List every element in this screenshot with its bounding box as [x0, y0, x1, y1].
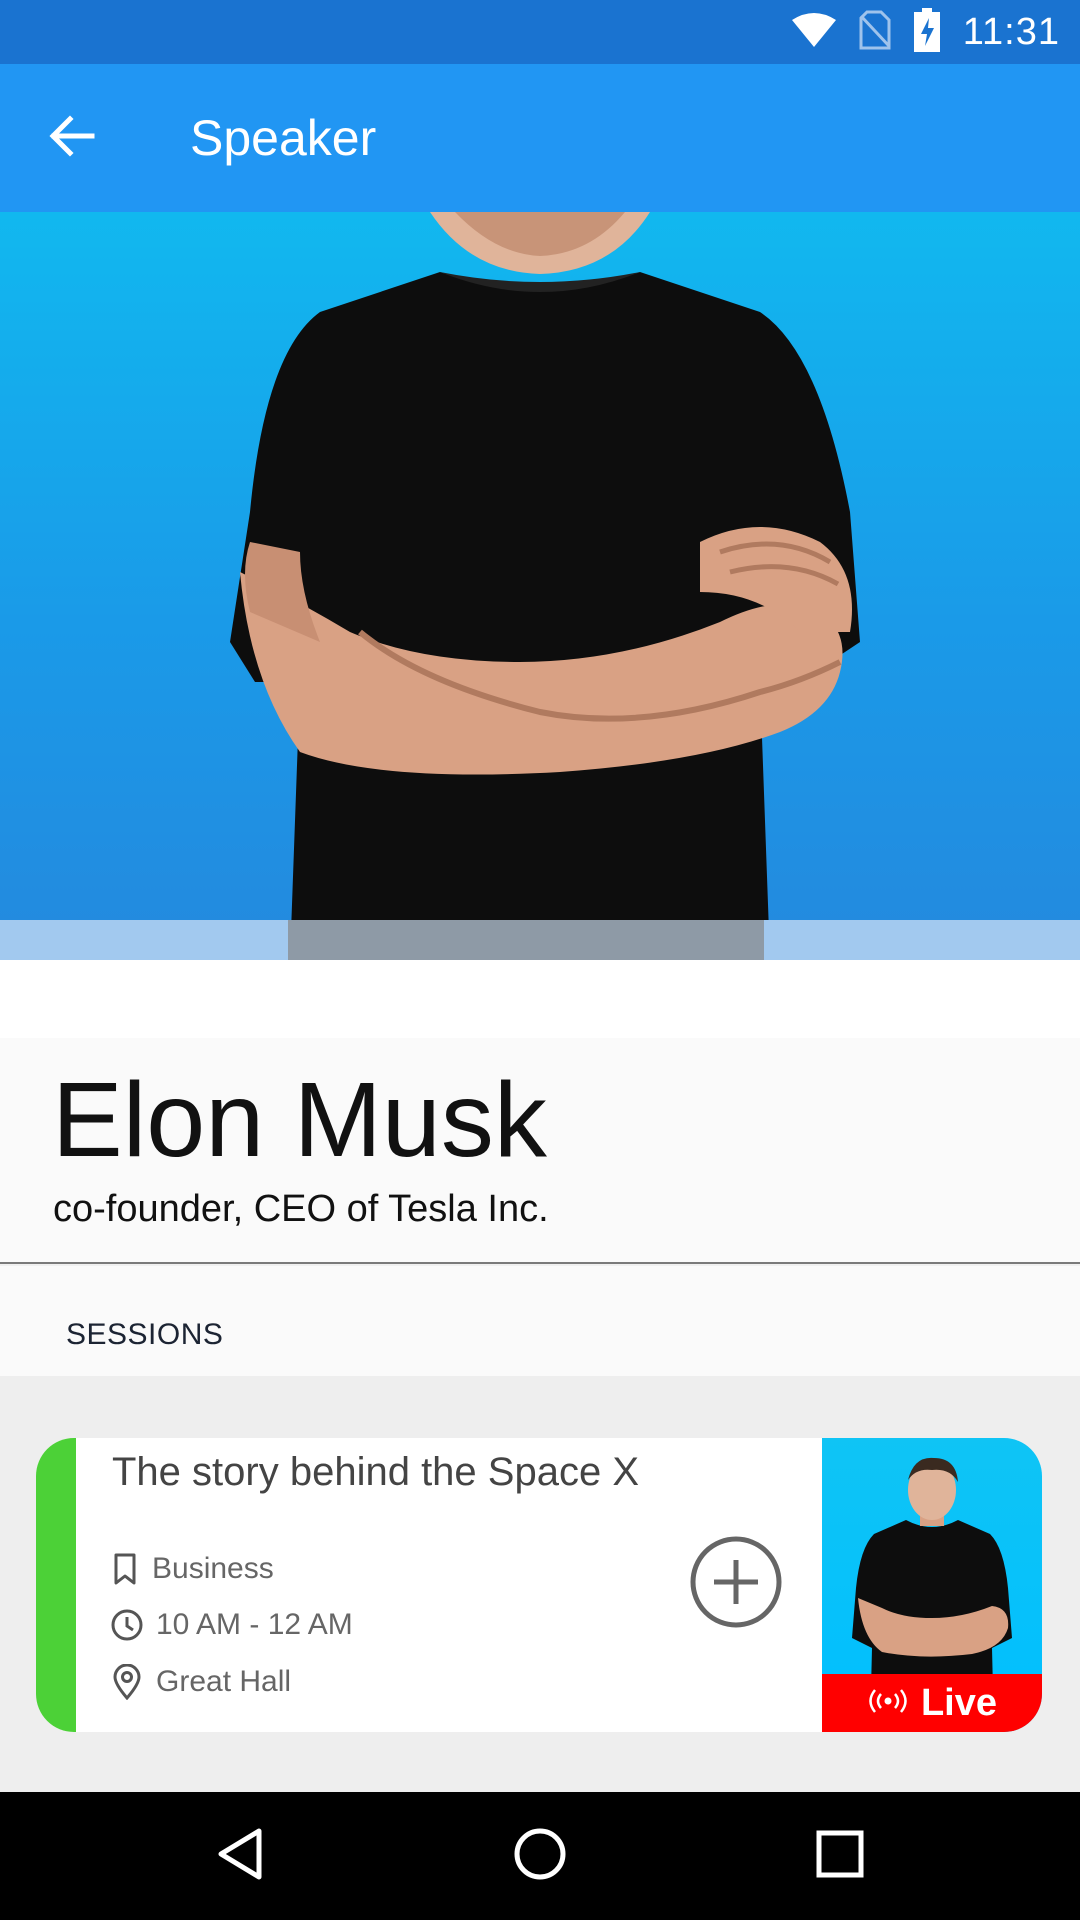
location-pin-icon — [110, 1664, 144, 1700]
arrow-back-icon — [48, 114, 96, 162]
nav-recents-button[interactable] — [800, 1816, 880, 1896]
session-location: Great Hall — [110, 1664, 291, 1700]
session-track-accent — [36, 1438, 76, 1732]
back-triangle-icon — [215, 1827, 265, 1886]
nav-home-button[interactable] — [500, 1816, 580, 1896]
spacer — [0, 960, 1080, 1038]
session-location-label: Great Hall — [156, 1665, 292, 1698]
speaker-info: Elon Musk co-founder, CEO of Tesla Inc. — [0, 1038, 1080, 1264]
page-title: Speaker — [190, 110, 377, 166]
no-sim-icon — [859, 10, 891, 55]
app-bar: Speaker — [0, 64, 1080, 212]
speaker-name: Elon Musk — [52, 1061, 547, 1179]
add-circle-icon — [688, 1536, 784, 1634]
clock-time: 11:31 — [962, 10, 1060, 53]
wifi-icon — [791, 12, 837, 53]
bookmark-icon — [110, 1552, 140, 1586]
session-track: Business — [110, 1552, 274, 1586]
speaker-photo — [0, 212, 1080, 960]
session-title: The story behind the Space X — [112, 1450, 639, 1494]
home-circle-icon — [512, 1826, 568, 1887]
session-track-label: Business — [152, 1552, 274, 1585]
clock-icon — [110, 1608, 144, 1642]
live-badge: Live — [822, 1674, 1042, 1732]
system-nav-bar — [0, 1792, 1080, 1920]
battery-charging-icon — [913, 7, 941, 57]
session-card[interactable]: The story behind the Space X Business 10… — [36, 1438, 1042, 1732]
speaker-screen: 11:31 Speaker Elon Musk co-founder, CEO … — [0, 0, 1080, 1920]
speaker-role: co-founder, CEO of Tesla Inc. — [53, 1188, 549, 1230]
photo-shadow — [288, 920, 764, 960]
session-time: 10 AM - 12 AM — [110, 1608, 353, 1642]
live-label: Live — [920, 1681, 998, 1724]
nav-back-button[interactable] — [200, 1816, 280, 1896]
add-to-schedule-button[interactable] — [688, 1534, 784, 1635]
status-icons: 11:31 — [791, 0, 1060, 64]
broadcast-icon — [867, 1688, 909, 1719]
status-bar: 11:31 — [0, 0, 1080, 64]
sessions-label: SESSIONS — [66, 1318, 224, 1351]
recents-square-icon — [815, 1829, 865, 1884]
back-button[interactable] — [32, 106, 112, 170]
photo-overlay-strip — [0, 920, 1080, 960]
speaker-illustration — [230, 212, 860, 960]
sessions-section-header: SESSIONS — [0, 1266, 1080, 1376]
session-time-label: 10 AM - 12 AM — [156, 1608, 353, 1641]
